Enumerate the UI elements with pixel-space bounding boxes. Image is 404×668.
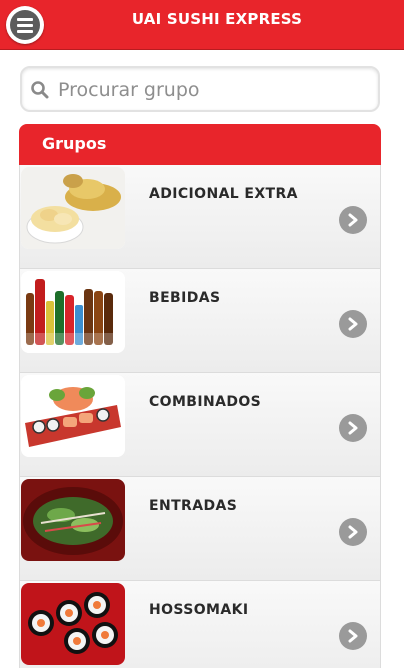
groups-title: Grupos (42, 134, 107, 153)
group-row-adicional-extra[interactable]: ADICIONAL EXTRA (20, 165, 380, 269)
app-title: UAI SUSHI EXPRESS (131, 10, 303, 28)
chevron-right-icon[interactable] (339, 622, 367, 650)
ginger-bowl-image (21, 167, 125, 249)
drink-bottles-image (21, 271, 125, 353)
group-label: HOSSOMAKI (149, 602, 249, 618)
chevron-right-icon[interactable] (339, 310, 367, 338)
salad-plate-image (21, 479, 125, 561)
group-row-hossomaki[interactable]: HOSSOMAKI (20, 581, 380, 668)
search-box[interactable] (20, 66, 380, 112)
group-label: COMBINADOS (149, 394, 262, 410)
chevron-right-icon[interactable] (339, 414, 367, 442)
top-bar: UAI SUSHI EXPRESS (0, 0, 404, 50)
hamburger-menu-icon (10, 10, 40, 40)
group-row-combinados[interactable]: COMBINADOS (20, 373, 380, 477)
sushi-platter-image (21, 375, 125, 457)
hossomaki-image (21, 583, 125, 665)
chevron-right-icon[interactable] (339, 206, 367, 234)
group-label: ADICIONAL EXTRA (149, 186, 298, 202)
groups-list: Grupos ADICIONAL EXTRA BEBIDAS COMBINADO… (19, 124, 381, 668)
group-row-bebidas[interactable]: BEBIDAS (20, 269, 380, 373)
menu-button[interactable] (6, 6, 44, 44)
group-label: BEBIDAS (149, 290, 221, 306)
groups-header: Grupos (19, 124, 381, 165)
search-input[interactable] (58, 76, 368, 104)
group-rows: ADICIONAL EXTRA BEBIDAS COMBINADOS ENTRA… (19, 165, 381, 668)
group-row-entradas[interactable]: ENTRADAS (20, 477, 380, 581)
group-label: ENTRADAS (149, 498, 238, 514)
app-screen: UAI SUSHI EXPRESS Grupos (0, 0, 404, 668)
search-icon (31, 81, 49, 99)
chevron-right-icon[interactable] (339, 518, 367, 546)
